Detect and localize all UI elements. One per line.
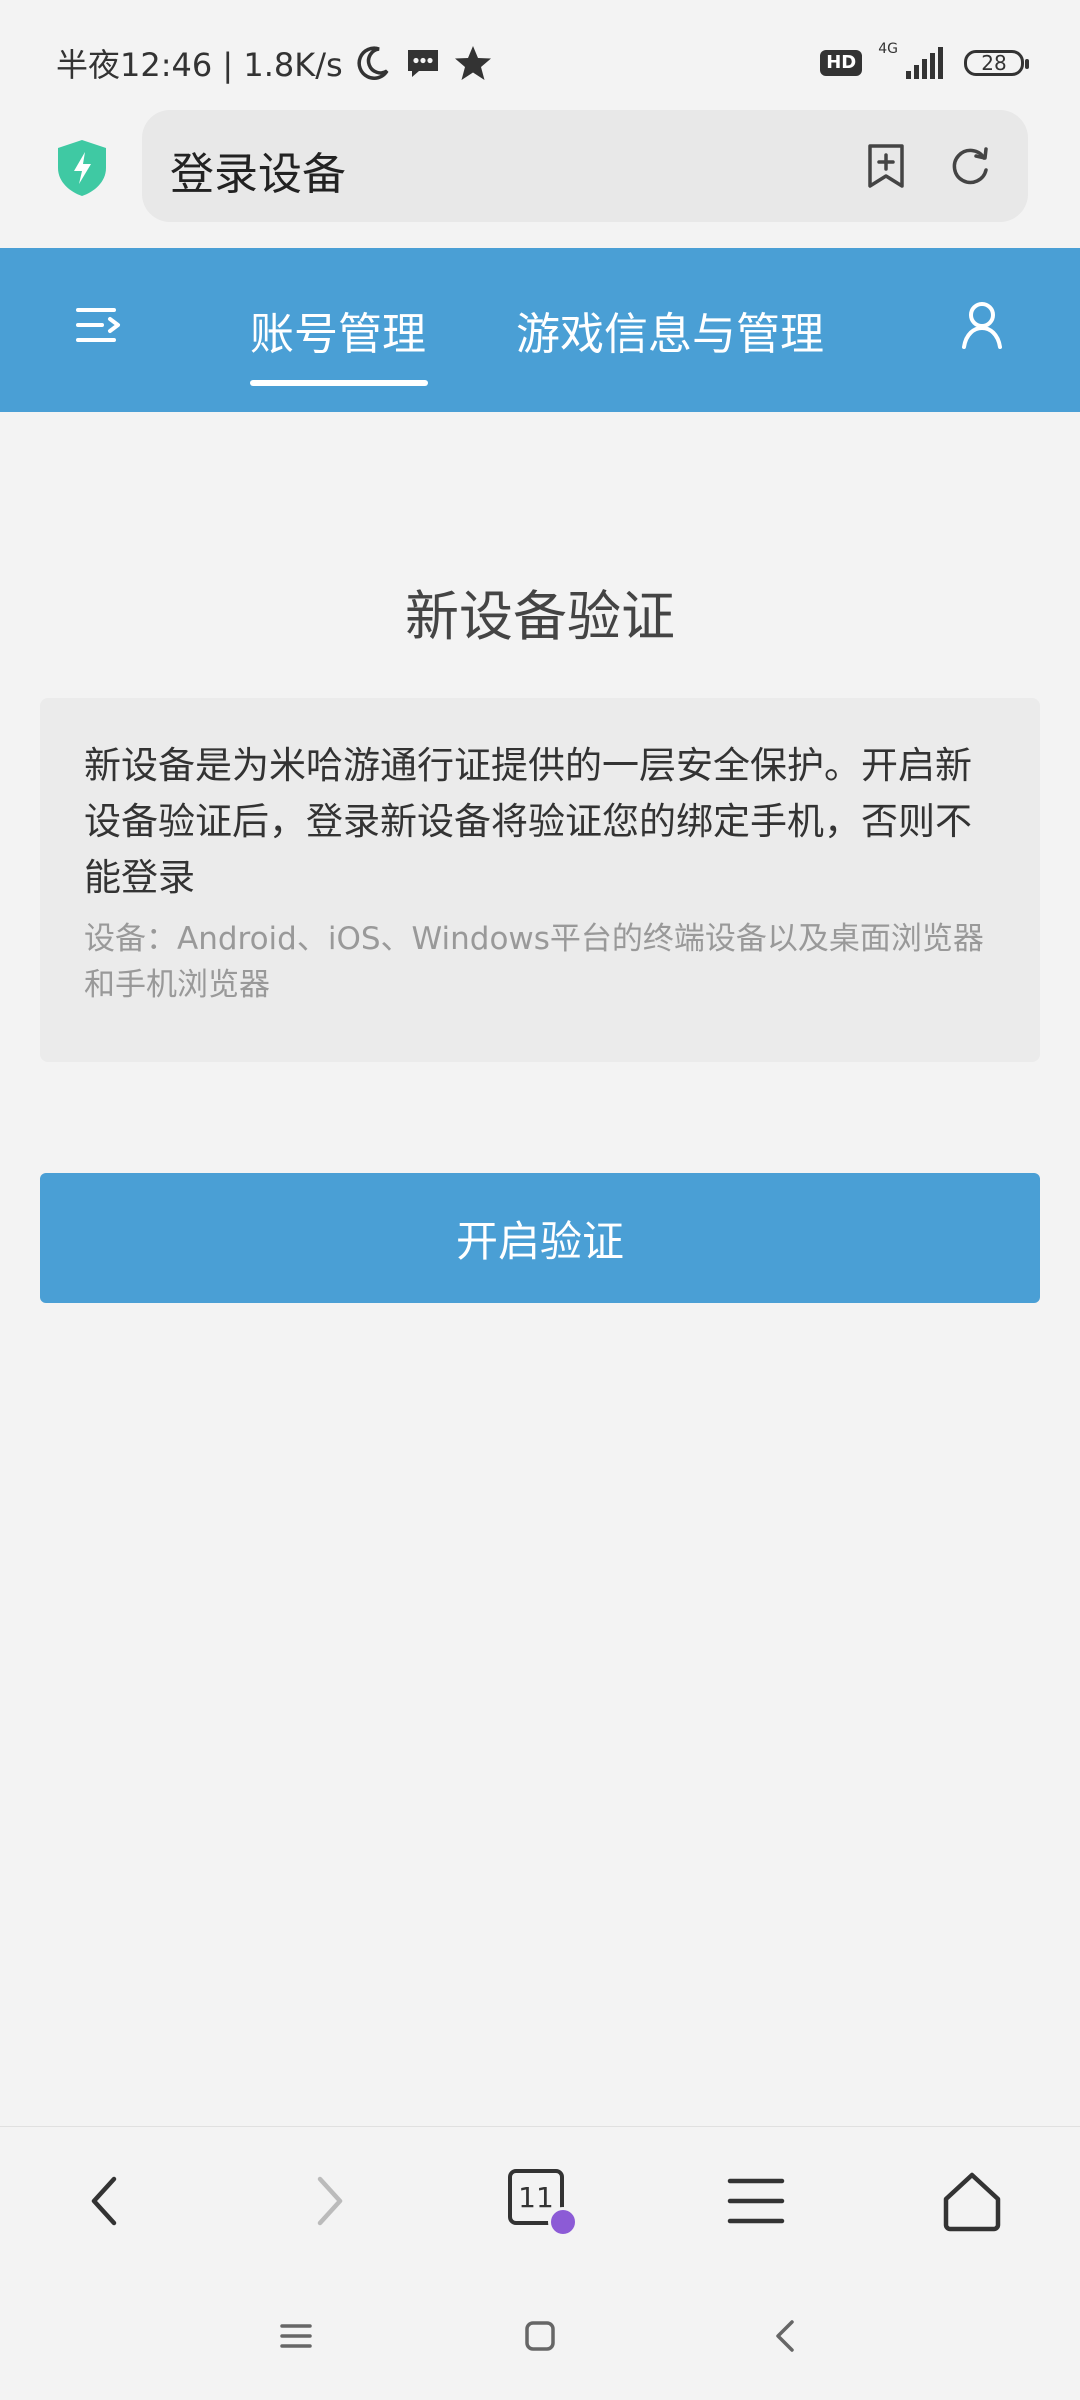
site-nav-bar: 账号管理 游戏信息与管理 (0, 248, 1080, 412)
status-right: HD 4G 28 (820, 40, 1029, 86)
reload-icon[interactable] (946, 142, 994, 190)
system-home-icon[interactable] (518, 2314, 562, 2358)
recent-apps-icon[interactable] (274, 2314, 318, 2358)
star-icon (454, 46, 491, 80)
enable-verification-button[interactable]: 开启验证 (40, 1173, 1040, 1303)
menu-icon[interactable] (74, 300, 124, 350)
screen: 半夜12:46 | 1.8K/s HD 4G 28 登录设备 账号管理 游戏信息… (0, 0, 1080, 2400)
incognito-icon (548, 2207, 578, 2237)
moon-icon (357, 46, 389, 80)
user-icon[interactable] (960, 300, 1004, 350)
hamburger-menu-icon[interactable] (724, 2169, 788, 2233)
status-bar: 半夜12:46 | 1.8K/s HD 4G 28 (0, 0, 1080, 110)
page-heading: 新设备验证 (405, 585, 675, 648)
add-bookmark-icon[interactable] (864, 142, 908, 190)
hd-badge: HD (820, 50, 863, 76)
forward-icon[interactable] (296, 2169, 360, 2233)
url-field[interactable]: 登录设备 (142, 110, 1028, 222)
browser-address-bar: 登录设备 (0, 110, 1080, 248)
battery-indicator: 28 (964, 50, 1029, 76)
page-title-in-url: 登录设备 (170, 149, 346, 200)
tab-game-info[interactable]: 游戏信息与管理 (516, 298, 824, 362)
info-card: 新设备是为米哈游通行证提供的一层安全保护。开启新设备验证后，登录新设备将验证您的… (40, 698, 1040, 1062)
tabs-button[interactable]: 11 (508, 2169, 578, 2237)
home-icon[interactable] (940, 2169, 1004, 2233)
system-back-icon[interactable] (764, 2314, 808, 2358)
description-text: 新设备是为米哈游通行证提供的一层安全保护。开启新设备验证后，登录新设备将验证您的… (84, 744, 972, 899)
system-nav-bar (0, 2274, 1080, 2400)
back-icon[interactable] (74, 2169, 138, 2233)
signal-icon (906, 47, 943, 79)
browser-toolbar: 11 (0, 2126, 1080, 2274)
status-left: 半夜12:46 | 1.8K/s (56, 40, 493, 86)
status-time: 半夜12:46 | 1.8K/s (56, 46, 343, 84)
message-icon (407, 50, 438, 77)
active-tab-underline (250, 380, 428, 386)
security-shield-icon[interactable] (54, 138, 110, 198)
tab-account-management[interactable]: 账号管理 (250, 298, 426, 362)
network-type-label: 4G (878, 41, 898, 57)
devices-note: 设备：Android、iOS、Windows平台的终端设备以及桌面浏览器和手机浏… (84, 921, 984, 1003)
